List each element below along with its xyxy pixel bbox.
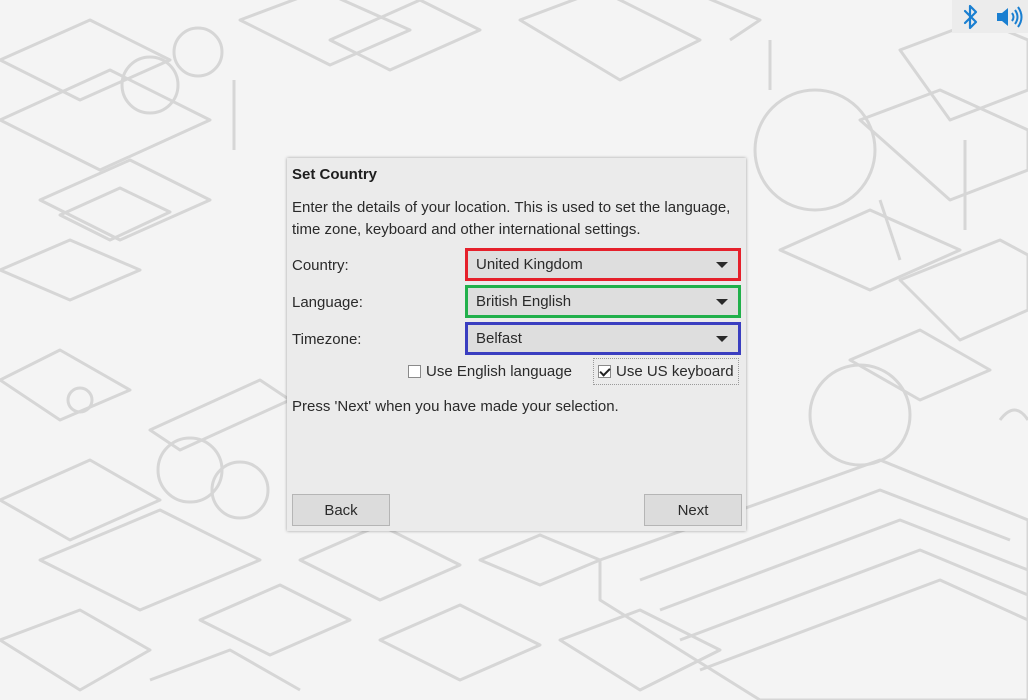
language-label: Language: [292,294,363,311]
timezone-label: Timezone: [292,331,362,348]
dialog-title: Set Country [292,166,378,183]
next-button[interactable]: Next [644,494,742,526]
bluetooth-icon[interactable] [954,0,988,33]
chevron-down-icon [716,299,728,305]
country-label: Country: [292,257,349,274]
dialog-intro-text: Enter the details of your location. This… [292,199,731,238]
use-us-keyboard-checkbox[interactable]: Use US keyboard [593,358,739,385]
timezone-value: Belfast [476,330,522,347]
use-english-language-label: Use English language [426,363,572,380]
checkbox-checked[interactable] [598,365,611,378]
chevron-down-icon [716,262,728,268]
selection-hint: Press 'Next' when you have made your sel… [292,398,619,415]
system-tray [952,0,1028,33]
language-select[interactable]: British English [465,285,741,318]
country-value: United Kingdom [476,256,583,273]
country-select[interactable]: United Kingdom [465,248,741,281]
use-us-keyboard-label: Use US keyboard [616,363,734,380]
back-button[interactable]: Back [292,494,390,526]
checkbox-unchecked[interactable] [408,365,421,378]
language-value: British English [476,293,572,310]
timezone-select[interactable]: Belfast [465,322,741,355]
use-english-language-checkbox[interactable]: Use English language [408,363,572,380]
volume-icon[interactable] [992,0,1026,33]
set-country-dialog: Set Country Enter the details of your lo… [287,158,746,531]
chevron-down-icon [716,336,728,342]
